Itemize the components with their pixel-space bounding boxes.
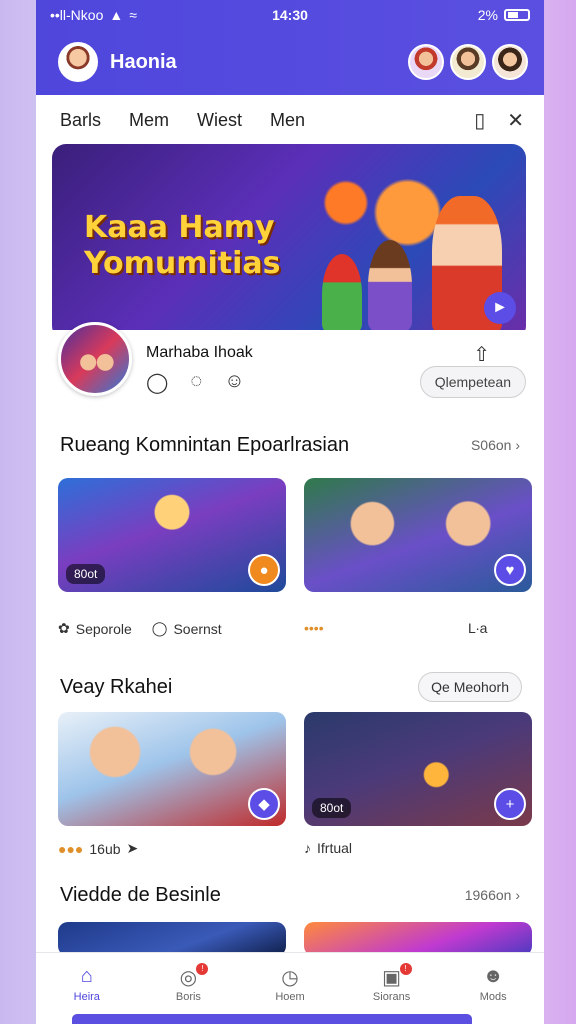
- battery-text: 2%: [477, 7, 498, 23]
- card-meta: ••••: [304, 620, 324, 636]
- nav-label: Siorans: [372, 990, 411, 1003]
- close-icon[interactable]: ✕: [507, 108, 524, 133]
- clock-text: 14:30: [272, 7, 308, 23]
- reaction-icon: ●●●: [58, 840, 84, 857]
- heart-icon[interactable]: ♥: [494, 554, 526, 586]
- tab-actions: ▯ ✕: [474, 108, 524, 133]
- card-meta-text: Soernst: [173, 620, 222, 637]
- play-arrow-icon[interactable]: ►: [484, 292, 516, 324]
- banner-character: [322, 254, 362, 334]
- nav-home[interactable]: ⌂ Heira: [47, 965, 127, 1003]
- shield-icon[interactable]: ◆: [248, 788, 280, 820]
- app-row: Haonia: [58, 40, 528, 84]
- app-title: Haonia: [110, 50, 177, 73]
- join-button[interactable]: Qlempetean: [419, 366, 526, 398]
- friend-avatar[interactable]: [408, 44, 444, 80]
- bottom-nav: ⌂ Heira ◎ ! Boris ◷ Hoem ▣ ! Siorans ☻ M…: [36, 952, 544, 1014]
- comment-icon[interactable]: ◯: [146, 370, 168, 395]
- reaction-icon: ✿: [58, 620, 70, 636]
- card-meta: ✿ Seporole ◯ Soernst: [58, 620, 222, 637]
- nav-stories[interactable]: ▣ ! Siorans: [352, 962, 432, 1003]
- card-tag: 80ot: [312, 798, 352, 818]
- nav-chats[interactable]: ◎ ! Boris: [148, 962, 228, 1003]
- tab-mem[interactable]: Mem: [129, 110, 169, 131]
- wifi-icon: ≈: [129, 7, 137, 23]
- friends-avatars: [408, 44, 528, 80]
- share-icon[interactable]: ⇧: [473, 342, 490, 367]
- user-avatar[interactable]: [58, 42, 98, 82]
- nav-label: Hoem: [275, 990, 305, 1003]
- tab-barls[interactable]: Barls: [60, 110, 101, 131]
- card-meta-text: Seporole: [75, 620, 132, 637]
- add-icon[interactable]: +: [494, 788, 526, 820]
- app-screen: ••ll-Nkoo ▲ ≈ 14:30 2% Haonia Barls Mem …: [36, 0, 544, 1024]
- notification-badge: !: [399, 962, 412, 975]
- community-avatar[interactable]: [58, 322, 132, 396]
- card-meta-text: 16ub: [89, 840, 121, 857]
- share-icon[interactable]: ➤: [127, 840, 139, 857]
- friend-avatar[interactable]: [450, 44, 486, 80]
- section-title: Rueang Komnintan Epoarlrasian: [60, 434, 350, 456]
- tab-men[interactable]: Men: [270, 110, 305, 131]
- card-meta-text: L∙a: [468, 620, 488, 636]
- section-title: Viedde de Besinle: [60, 884, 221, 906]
- status-right: 2%: [478, 7, 530, 23]
- content-card[interactable]: ◆: [58, 712, 286, 826]
- card-tag: 80ot: [66, 564, 106, 584]
- coin-icon[interactable]: ●: [248, 554, 280, 586]
- nav-profile[interactable]: ☻ Mods: [453, 965, 533, 1003]
- nav-label: Mods: [479, 990, 507, 1003]
- friend-avatar[interactable]: [492, 44, 528, 80]
- card-meta: L∙a: [468, 620, 487, 636]
- nav-label: Heira: [73, 990, 100, 1003]
- content-card[interactable]: [58, 922, 286, 956]
- content-card[interactable]: ♥: [304, 478, 532, 592]
- banner-character: [368, 240, 412, 332]
- chat-bubble-icon[interactable]: ◌: [190, 370, 202, 395]
- signal-icon: ▲: [109, 7, 124, 23]
- profile-icon: ☻: [482, 964, 504, 987]
- chat-icon: ◎: [179, 966, 198, 989]
- card-meta: ●●● 16ub ➤: [58, 840, 138, 857]
- banner-title: Kaaa Hamy Yomumitias: [84, 210, 280, 282]
- card-meta-text: Ifrtual: [317, 840, 353, 856]
- profile-actions: ◯ ◌ ☺: [146, 370, 245, 395]
- profile-name: Marhaba Ihoak: [146, 344, 253, 361]
- tab-wiest[interactable]: Wiest: [197, 110, 242, 131]
- notification-badge: !: [196, 962, 209, 975]
- nav-label: Boris: [175, 990, 201, 1003]
- status-bar: ••ll-Nkoo ▲ ≈ 14:30 2%: [50, 6, 530, 24]
- nav-hoem[interactable]: ◷ Hoem: [250, 965, 330, 1003]
- card-meta: ♪ Ifrtual: [304, 840, 352, 856]
- music-icon: ♪: [304, 840, 311, 856]
- hero-banner[interactable]: Kaaa Hamy Yomumitias ►: [52, 144, 526, 340]
- tab-bar: Barls Mem Wiest Men: [36, 100, 544, 140]
- gallery-icon: ▣: [382, 966, 402, 989]
- notification-icon[interactable]: ▯: [474, 108, 485, 133]
- clock-icon: ◷: [281, 966, 299, 989]
- content-card[interactable]: 80ot +: [304, 712, 532, 826]
- home-indicator[interactable]: [72, 1014, 472, 1024]
- content-card[interactable]: 80ot ●: [58, 478, 286, 592]
- more-button[interactable]: Qe Meohorh: [418, 672, 522, 702]
- app-header: ••ll-Nkoo ▲ ≈ 14:30 2% Haonia: [36, 0, 544, 95]
- content-card[interactable]: [304, 922, 532, 956]
- profile-card: Marhaba Ihoak ◯ ◌ ☺ ⇧ Qlempetean: [52, 322, 526, 416]
- status-left: ••ll-Nkoo ▲ ≈: [50, 7, 137, 23]
- comment-icon: ◯: [151, 620, 168, 636]
- banner-title-line2: Yomumitias: [84, 246, 281, 281]
- section-title: Veay Rkahei: [60, 676, 173, 698]
- emoji-icon[interactable]: ☺: [224, 370, 244, 395]
- home-icon: ⌂: [80, 964, 93, 987]
- banner-title-line1: Kaaa Hamy: [84, 210, 275, 245]
- battery-icon: [504, 9, 530, 21]
- section-more-link[interactable]: S06on ›: [471, 437, 520, 453]
- section-more-link[interactable]: 1966on ›: [465, 887, 520, 903]
- card-meta-text: ••••: [304, 620, 324, 636]
- carrier-text: ••ll-Nkoo: [50, 7, 104, 23]
